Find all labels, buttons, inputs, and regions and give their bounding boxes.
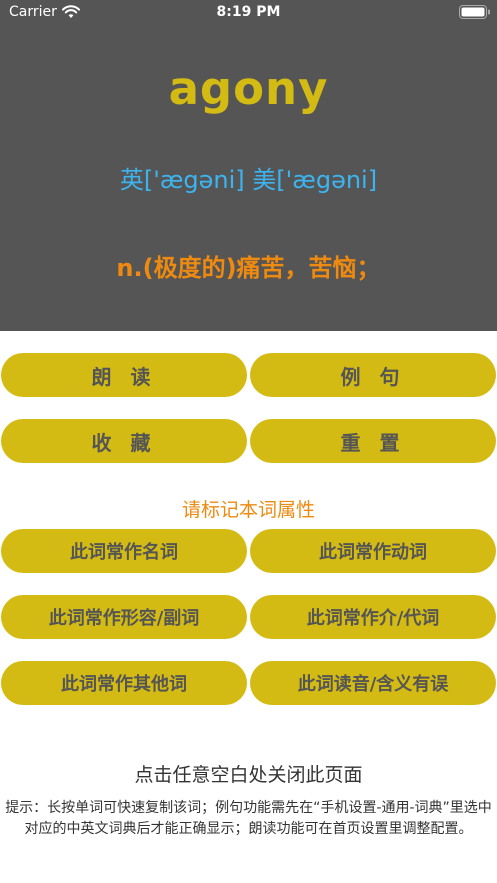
- mark-noun-button[interactable]: 此词常作名词: [1, 529, 247, 573]
- clock: 8:19 PM: [216, 4, 281, 20]
- status-bar: Carrier 8:19 PM: [0, 0, 497, 26]
- favorite-button[interactable]: 收 藏: [1, 419, 247, 463]
- meaning-text: n.(极度的)痛苦，苦恼；: [116, 254, 381, 282]
- word-card: Carrier 8:19 PM agony 英['ægəni] 美['ægəni…: [0, 0, 497, 331]
- mark-verb-button[interactable]: 此词常作动词: [250, 529, 496, 573]
- battery-icon: [459, 5, 491, 19]
- mark-other-button[interactable]: 此词常作其他词: [1, 661, 247, 705]
- report-error-button[interactable]: 此词读音/含义有误: [250, 661, 496, 705]
- read-aloud-button[interactable]: 朗 读: [1, 353, 247, 397]
- example-sentence-button[interactable]: 例 句: [250, 353, 496, 397]
- mark-adj-adv-button[interactable]: 此词常作形容/副词: [1, 595, 247, 639]
- close-hint: 点击任意空白处关闭此页面: [134, 764, 363, 786]
- word-title[interactable]: agony: [0, 62, 497, 115]
- attribute-section-title: 请标记本词属性: [181, 499, 315, 521]
- reset-button[interactable]: 重 置: [250, 419, 496, 463]
- phonetic-text: 英['ægəni] 美['ægəni]: [119, 166, 378, 194]
- mark-prep-pron-button[interactable]: 此词常作介/代词: [250, 595, 496, 639]
- usage-tip: 提示：长按单词可快速复制该词；例句功能需先在“手机设置-通用-词典”里选中对应的…: [5, 800, 492, 837]
